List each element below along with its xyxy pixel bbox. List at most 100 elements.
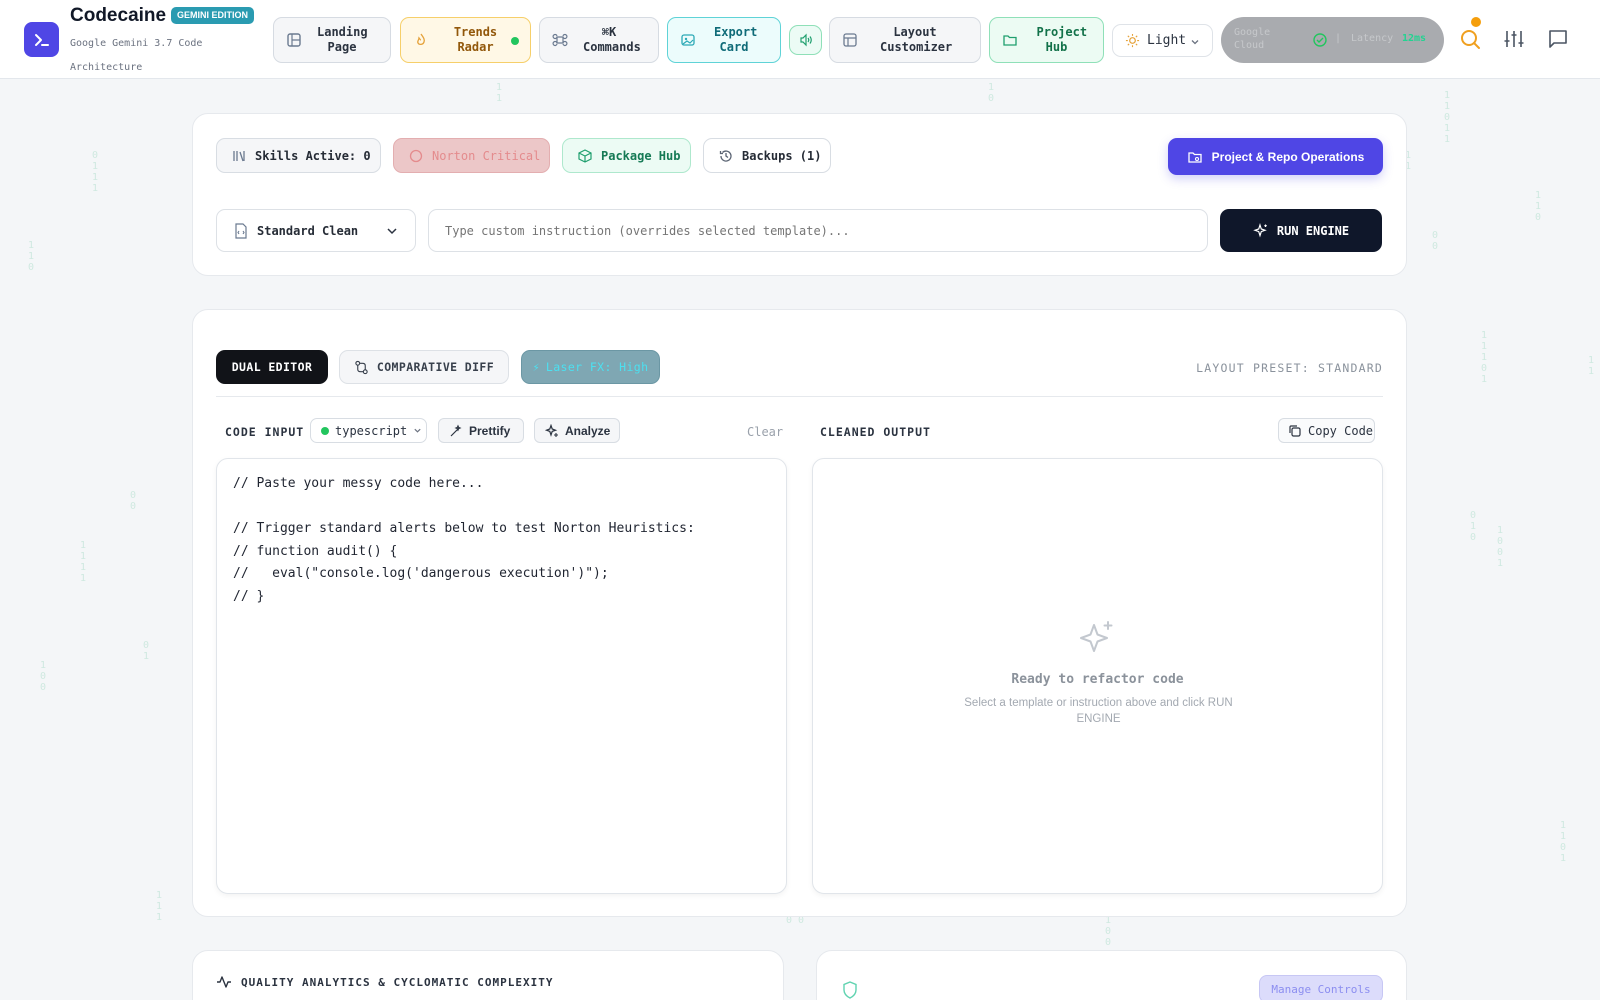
chevron-down-icon	[414, 428, 421, 433]
chat-button[interactable]	[1547, 28, 1569, 50]
history-icon	[719, 149, 732, 162]
tab-dual-editor[interactable]: DUAL EDITOR	[216, 350, 328, 384]
custom-instruction-input[interactable]	[428, 209, 1208, 252]
landing-page-button[interactable]: Landing Page	[273, 17, 391, 63]
layout-customizer-button[interactable]: Layout Customizer	[829, 17, 981, 63]
skills-active-label: Skills Active: 0	[255, 148, 371, 163]
code-line: // function audit() {	[233, 543, 398, 559]
landing-page-label: Landing Page	[317, 25, 368, 54]
analyze-label: Analyze	[565, 423, 611, 438]
flame-icon	[417, 33, 425, 46]
theme-select[interactable]: Light	[1112, 24, 1213, 57]
settings-sliders-button[interactable]	[1503, 28, 1525, 50]
language-dot-icon	[321, 426, 329, 435]
code-line: // }	[233, 588, 265, 604]
skills-active-chip[interactable]: Skills Active: 0	[216, 138, 381, 173]
code-input-label: CODE INPUT	[225, 425, 305, 439]
code-lines: // Paste your messy code here... // Trig…	[233, 473, 695, 608]
quality-analytics-title: QUALITY ANALYTICS & CYCLOMATIC COMPLEXIT…	[241, 976, 554, 989]
laser-fx-label: Laser FX: High	[545, 360, 649, 374]
backups-label: Backups (1)	[742, 148, 822, 163]
prettify-button[interactable]: Prettify	[438, 418, 524, 443]
command-icon	[552, 33, 568, 47]
quality-analytics-panel: QUALITY ANALYTICS & CYCLOMATIC COMPLEXIT…	[192, 950, 784, 1000]
check-circle-icon	[1313, 33, 1327, 47]
run-engine-label: RUN ENGINE	[1276, 223, 1350, 238]
shield-icon	[843, 981, 857, 999]
package-hub-label: Package Hub	[601, 148, 681, 163]
sound-toggle-button[interactable]	[789, 25, 822, 55]
empty-state-title: Ready to refactor code	[1011, 672, 1184, 687]
code-input-editor[interactable]: // Paste your messy code here... // Trig…	[216, 458, 787, 894]
copy-code-button[interactable]: Copy Code	[1278, 418, 1375, 443]
chevron-down-icon	[1191, 40, 1199, 45]
project-repo-operations-label: Project & Repo Operations	[1211, 149, 1365, 164]
clear-button[interactable]: Clear	[747, 425, 783, 439]
cleaned-output-editor: Ready to refactor code Select a template…	[812, 458, 1383, 894]
norton-critical-label: Norton Critical	[432, 148, 541, 163]
library-icon	[233, 150, 245, 161]
commands-label: ⌘K Commands	[583, 25, 641, 54]
sparkles-icon	[1080, 621, 1113, 652]
tab-divider	[216, 396, 1383, 397]
trends-radar-label: Trends Radar	[453, 25, 498, 54]
run-engine-button[interactable]: RUN ENGINE	[1220, 209, 1382, 252]
message-square-icon	[1549, 30, 1567, 48]
sparkles-icon	[545, 423, 558, 437]
activity-icon	[217, 976, 231, 988]
sliders-icon	[1504, 31, 1524, 47]
speaker-icon	[799, 33, 812, 47]
theme-label: Light	[1147, 33, 1187, 48]
zap-icon: ⚡	[532, 360, 540, 374]
analyze-button[interactable]: Analyze	[534, 418, 620, 443]
app-subtitle: Google Gemini 3.7 Code Architecture	[70, 38, 203, 73]
layout-customizer-label: Layout Customizer	[880, 25, 953, 54]
terminal-icon	[34, 33, 49, 46]
cloud-status-label: Google Cloud	[1234, 27, 1271, 51]
shield-alert-icon	[409, 149, 423, 162]
norton-critical-chip[interactable]: Norton Critical	[393, 138, 550, 173]
package-hub-chip[interactable]: Package Hub	[562, 138, 691, 173]
project-repo-operations-button[interactable]: Project & Repo Operations	[1168, 138, 1383, 175]
editor-panel: DUAL EDITOR COMPARATIVE DIFF ⚡ Laser FX:…	[192, 309, 1407, 917]
commands-button[interactable]: ⌘K Commands	[539, 17, 659, 63]
project-hub-label: Project Hub	[1036, 25, 1088, 54]
package-icon	[578, 148, 592, 163]
tab-comparative-diff-label: COMPARATIVE DIFF	[376, 360, 495, 374]
trends-radar-button[interactable]: Trends Radar	[400, 17, 531, 63]
live-dot-icon	[511, 37, 519, 45]
search-button[interactable]	[1459, 17, 1481, 50]
manage-controls-button[interactable]: Manage Controls	[1259, 975, 1383, 1000]
chevron-down-icon	[387, 228, 397, 235]
language-select[interactable]: typescript	[310, 418, 427, 443]
laser-fx-toggle[interactable]: ⚡ Laser FX: High	[521, 350, 660, 384]
project-hub-button[interactable]: Project Hub	[989, 17, 1104, 63]
latency-value: 12ms	[1402, 33, 1427, 44]
export-card-label: Export Card	[714, 25, 758, 54]
backups-chip[interactable]: Backups (1)	[703, 138, 831, 173]
export-card-button[interactable]: Export Card	[667, 17, 781, 63]
copy-icon	[1289, 424, 1301, 437]
app-title: Codecaine	[70, 5, 167, 26]
sun-icon	[1125, 33, 1140, 48]
code-line: // Trigger standard alerts below to test…	[233, 521, 695, 536]
git-compare-icon	[355, 360, 368, 374]
template-selected-label: Standard Clean	[257, 224, 359, 238]
language-label: typescript	[335, 423, 408, 438]
sparkles-icon	[1253, 222, 1267, 238]
cloud-status-pill[interactable]: Google Cloud | Latency 12ms	[1221, 17, 1444, 63]
copy-code-label: Copy Code	[1308, 423, 1374, 438]
wand-icon	[450, 423, 462, 436]
layout-icon	[287, 33, 301, 47]
tab-comparative-diff[interactable]: COMPARATIVE DIFF	[339, 350, 509, 384]
empty-state-hint: Select a template or instruction above a…	[964, 697, 1233, 725]
code-line: // eval("console.log('dangerous executio…	[233, 566, 609, 581]
security-controls-panel: Manage Controls	[816, 950, 1407, 1000]
prettify-label: Prettify	[469, 423, 511, 438]
template-select[interactable]: Standard Clean	[216, 209, 416, 252]
edition-badge: GEMINI EDITION	[171, 7, 255, 24]
code-line: // Paste your messy code here...	[233, 476, 484, 491]
app-logo[interactable]	[24, 22, 59, 57]
folder-git-icon	[1187, 151, 1202, 163]
